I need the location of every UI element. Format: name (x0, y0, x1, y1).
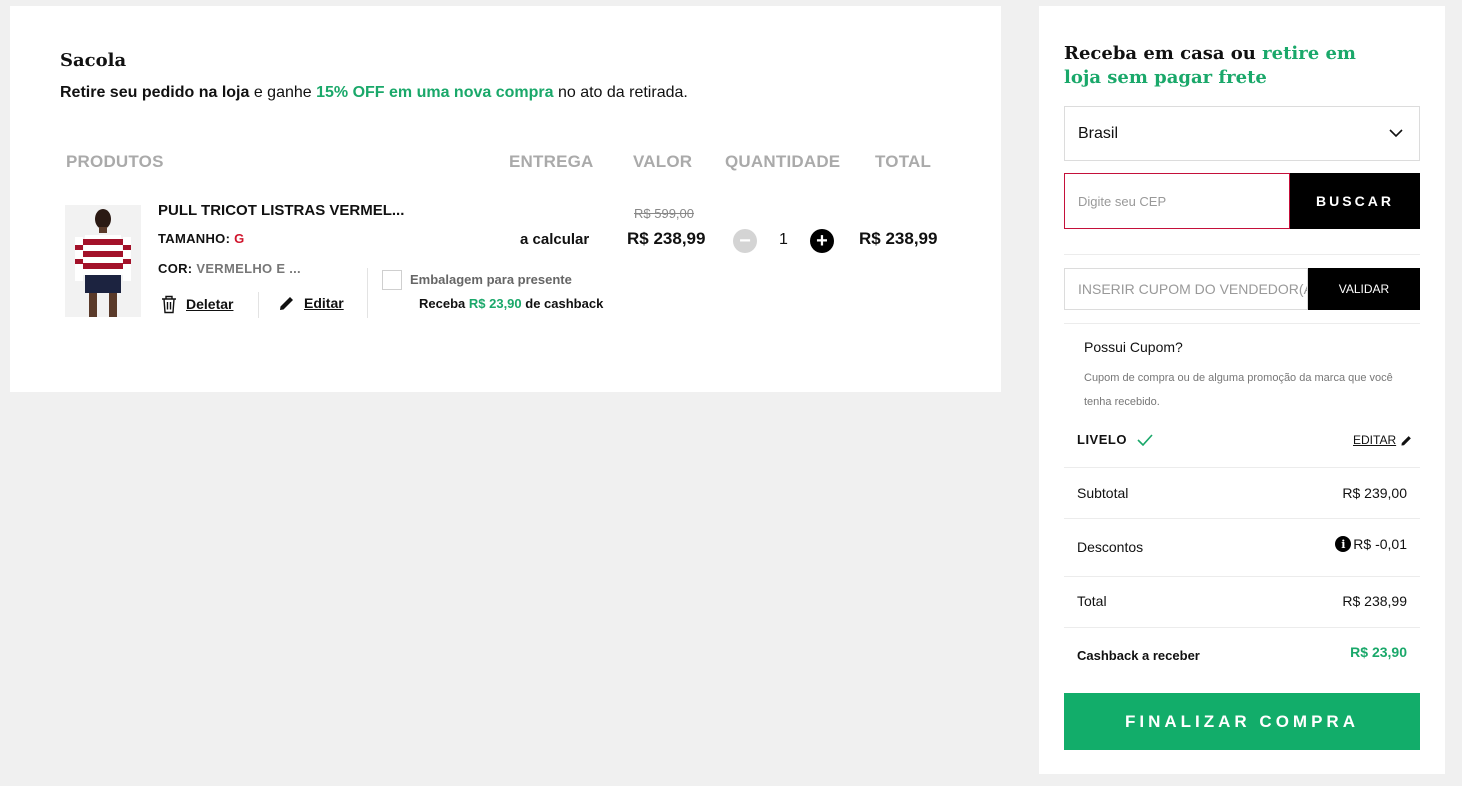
gift-divider (367, 268, 368, 318)
divider (1064, 627, 1420, 628)
divider (1064, 518, 1420, 519)
gift-wrap-label: Embalagem para presente (410, 272, 572, 287)
cep-input[interactable]: Digite seu CEP (1064, 173, 1290, 229)
discount-label: Descontos (1077, 539, 1144, 555)
product-name[interactable]: PULL TRICOT LISTRAS VERMEL... (158, 202, 404, 219)
product-size: TAMANHO: G (158, 231, 245, 246)
color-value: VERMELHO E ... (196, 261, 301, 276)
size-label: TAMANHO: (158, 231, 235, 246)
gift-wrap-checkbox[interactable] (382, 270, 402, 290)
finalize-purchase-button[interactable]: FINALIZAR COMPRA (1064, 693, 1420, 750)
summary-panel: Receba em casa ou retire em loja sem pag… (1039, 6, 1445, 774)
edit-coupon-link[interactable]: EDITAR (1353, 433, 1413, 447)
divider (1064, 576, 1420, 577)
divider (1064, 323, 1420, 324)
pencil-icon (1401, 435, 1411, 446)
bag-panel: Sacola Retire seu pedido na loja e ganhe… (10, 6, 1001, 392)
item-total: R$ 238,99 (859, 229, 938, 248)
cashback-label: Cashback a receber (1077, 648, 1200, 663)
old-price: R$ 599,00 (634, 206, 694, 221)
col-value: VALOR (633, 152, 693, 171)
delete-label: Deletar (186, 296, 234, 312)
quantity-value: 1 (779, 231, 788, 248)
promo-bold: Retire seu pedido na loja (60, 84, 250, 101)
promo-end: no ato da retirada. (553, 84, 688, 101)
applied-coupon-name: LIVELO (1077, 432, 1127, 447)
size-value: G (234, 231, 245, 246)
divider (1064, 467, 1420, 468)
cashback-prefix: Receba (419, 296, 469, 311)
pencil-icon (280, 297, 293, 310)
product-photo (65, 205, 141, 317)
validate-coupon-button[interactable]: VALIDAR (1308, 268, 1420, 310)
edit-coupon-label: EDITAR (1353, 433, 1397, 447)
quantity-minus-button[interactable]: − (733, 229, 757, 253)
total-value: R$ 238,99 (1342, 593, 1407, 609)
color-label: COR: (158, 261, 197, 276)
col-quantity: QUANTIDADE (725, 152, 841, 171)
col-total: TOTAL (875, 152, 932, 171)
product-image[interactable] (65, 205, 141, 317)
col-delivery: ENTREGA (509, 152, 594, 171)
quantity-plus-button[interactable]: + (810, 229, 834, 253)
pickup-promo: Retire seu pedido na loja e ganhe 15% OF… (60, 84, 688, 102)
info-icon[interactable]: i (1335, 536, 1352, 552)
action-divider (258, 292, 259, 318)
applied-coupon: LIVELO (1077, 432, 1153, 447)
bag-title: Sacola (60, 50, 127, 71)
edit-label: Editar (304, 295, 344, 311)
coupon-input[interactable]: INSERIR CUPOM DO VENDEDOR(A) (1064, 268, 1308, 310)
trash-icon (162, 295, 176, 314)
shipping-title-black: Receba em casa ou (1064, 43, 1263, 64)
search-cep-button[interactable]: BUSCAR (1290, 173, 1420, 229)
promo-mid: e ganhe (249, 84, 317, 101)
coupon-help-text: Cupom de compra ou de alguma promoção da… (1084, 372, 1393, 408)
chevron-down-icon (1389, 129, 1403, 138)
total-label: Total (1077, 593, 1107, 609)
product-color: COR: VERMELHO E ... (158, 261, 301, 276)
edit-button[interactable]: Editar (278, 294, 344, 312)
cashback-suffix: de cashback (521, 296, 604, 311)
check-icon (1137, 433, 1153, 446)
discount-amount: R$ -0,01 (1353, 536, 1407, 552)
cashback-amount: R$ 23,90 (468, 296, 522, 311)
divider (1064, 254, 1420, 255)
cashback-value: R$ 23,90 (1350, 644, 1407, 660)
promo-green: 15% OFF em uma nova compra (316, 84, 554, 101)
discount-value: i R$ -0,01 (1335, 536, 1407, 552)
current-price: R$ 238,99 (627, 229, 706, 248)
item-cashback: Receba R$ 23,90 de cashback (419, 296, 603, 311)
delivery-value: a calcular (520, 231, 590, 248)
country-value: Brasil (1078, 124, 1119, 142)
col-products: PRODUTOS (66, 152, 164, 171)
delete-button[interactable]: Deletar (160, 294, 233, 314)
shipping-title: Receba em casa ou retire em loja sem pag… (1064, 42, 1384, 90)
subtotal-label: Subtotal (1077, 485, 1129, 501)
country-select[interactable]: Brasil (1064, 106, 1420, 161)
coupon-question[interactable]: Possui Cupom? (1084, 339, 1183, 355)
subtotal-value: R$ 239,00 (1342, 485, 1407, 501)
